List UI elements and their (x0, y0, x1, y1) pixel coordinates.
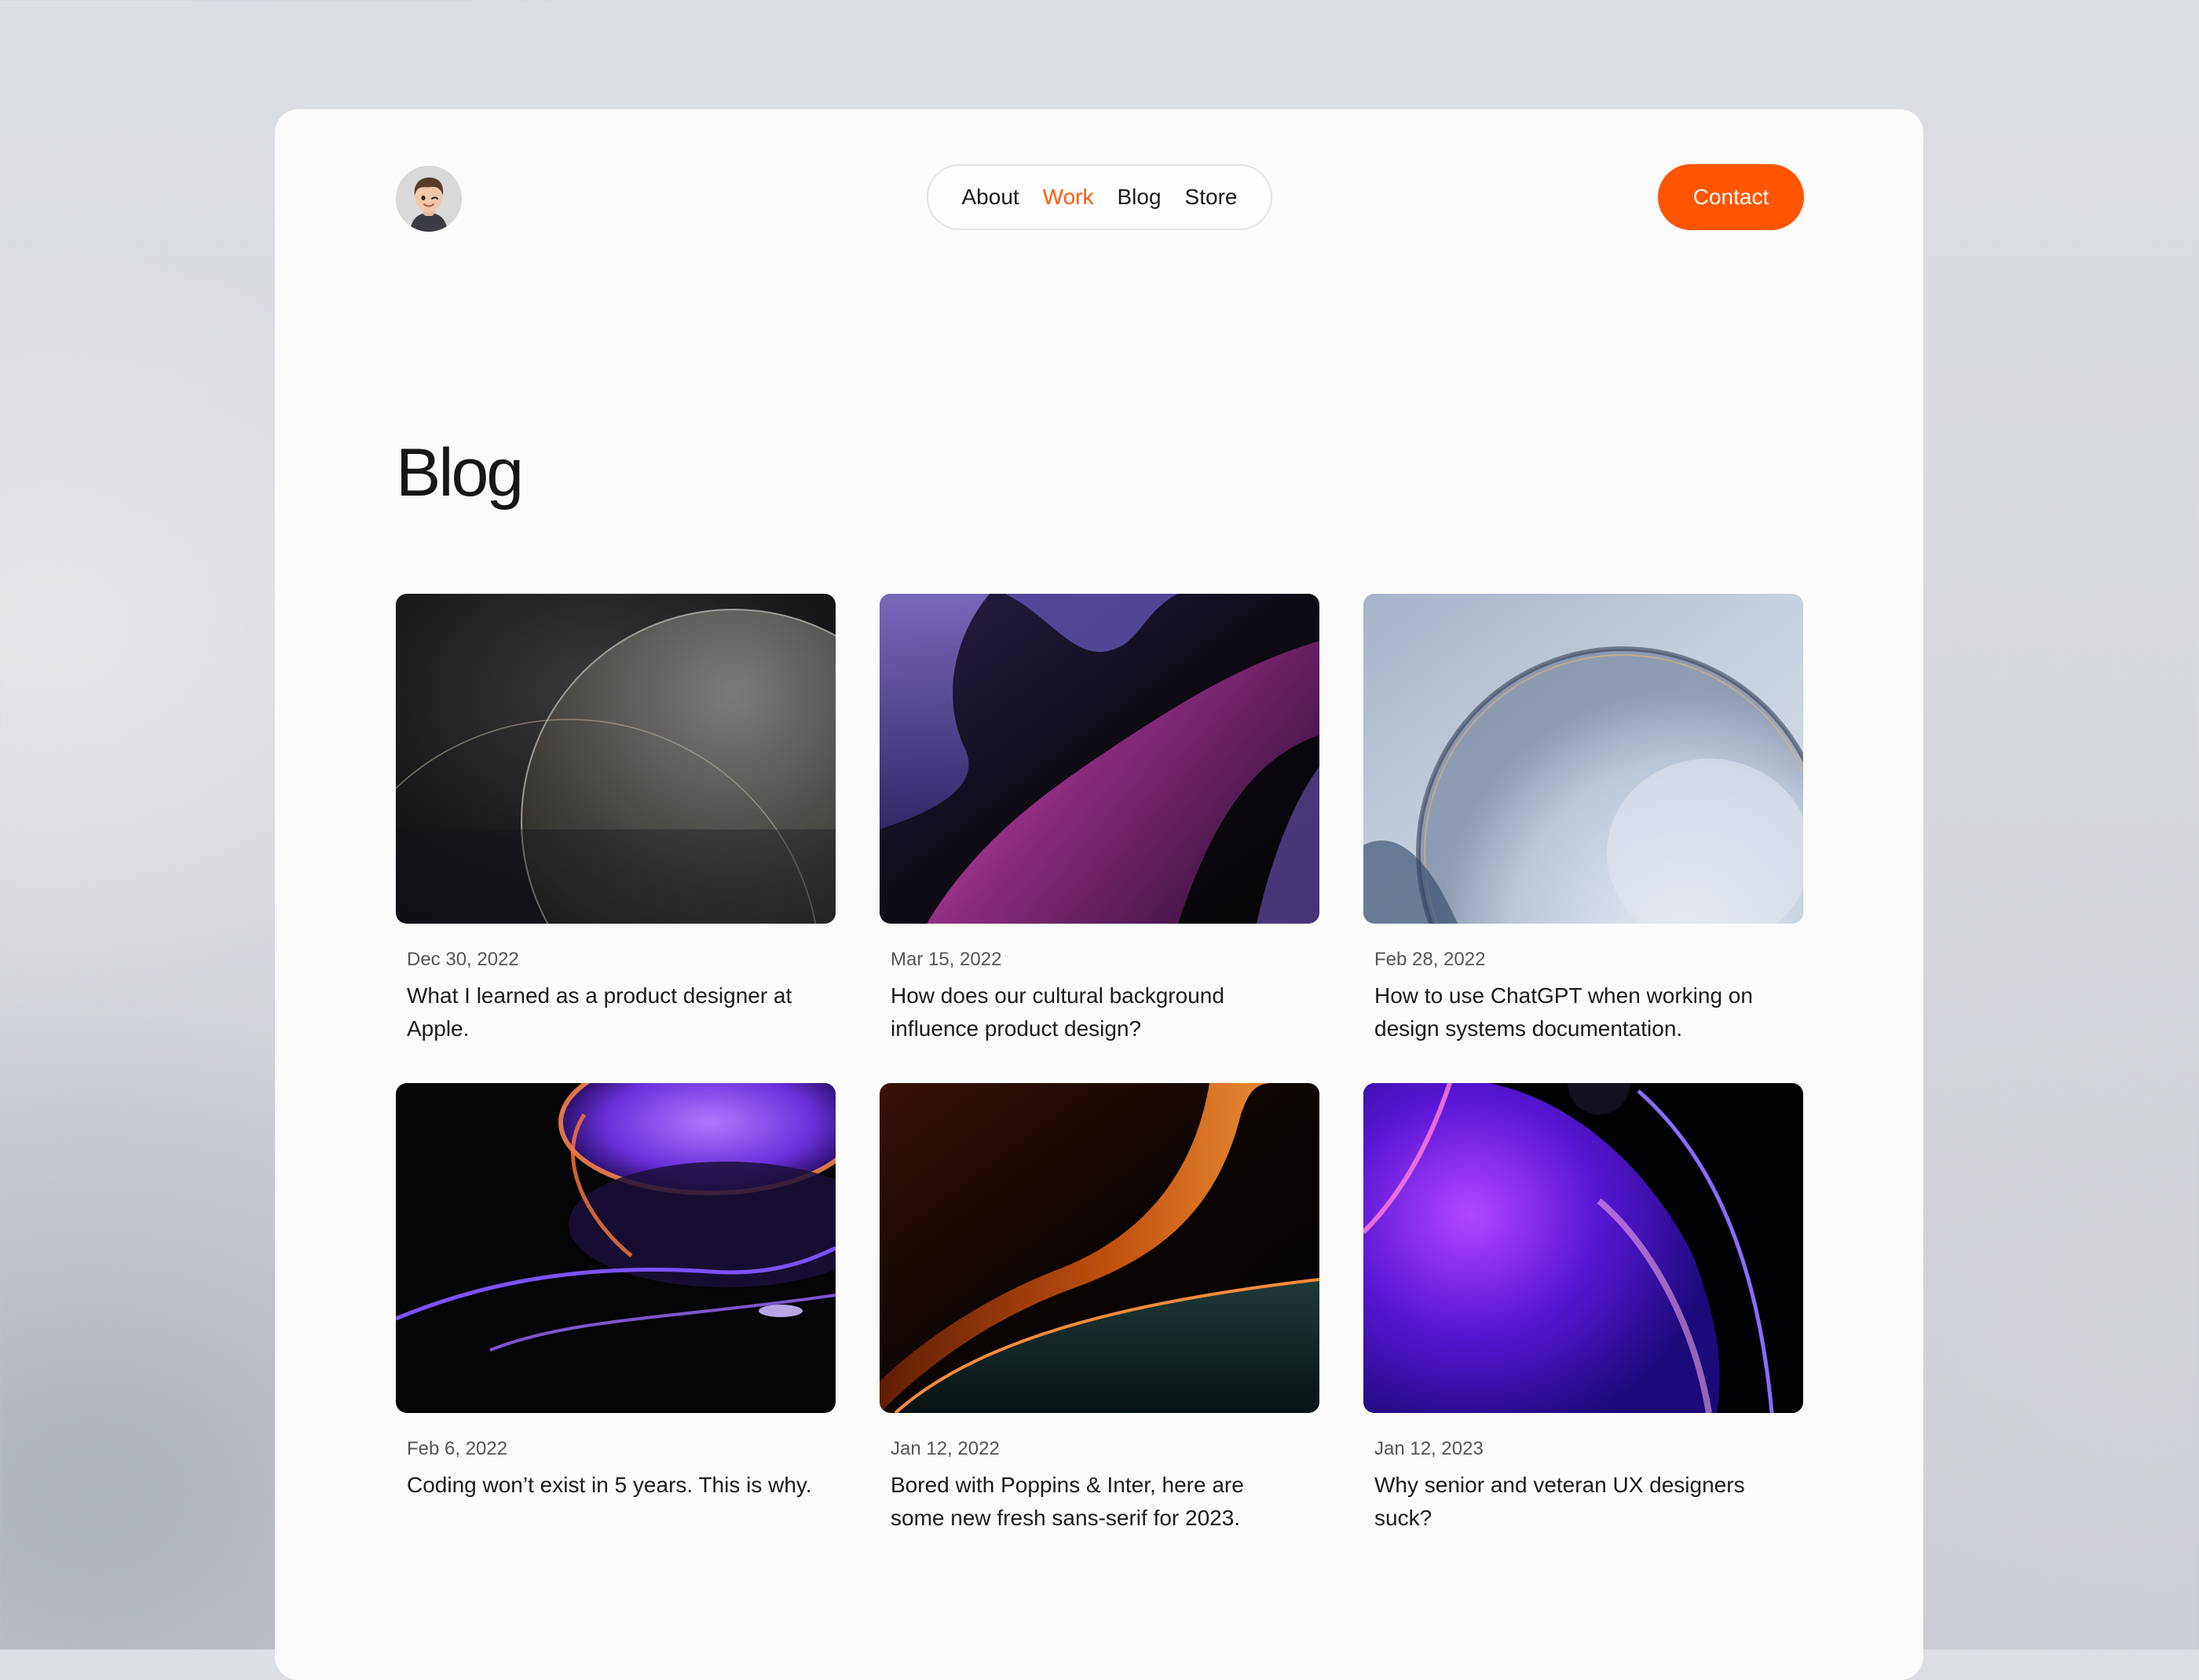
memoji-avatar-icon (396, 166, 462, 232)
abstract-violet-glow-image (1363, 1082, 1803, 1413)
post-title[interactable]: Coding won’t exist in 5 years. This is w… (407, 1469, 815, 1502)
post-title[interactable]: How to use ChatGPT when working on desig… (1374, 979, 1783, 1045)
abstract-glass-sphere-image (1363, 594, 1803, 924)
blog-post-card[interactable]: Mar 15, 2022 How does our cultural backg… (880, 594, 1319, 1045)
post-date: Dec 30, 2022 (407, 949, 519, 970)
post-thumbnail[interactable] (880, 594, 1319, 924)
page-title: Blog (396, 435, 524, 511)
post-thumbnail[interactable] (1363, 594, 1803, 924)
avatar[interactable] (396, 166, 462, 232)
blog-post-grid: Dec 30, 2022 What I learned as a product… (396, 594, 1804, 1535)
abstract-glass-circles-image (396, 594, 836, 924)
main-nav: About Work Blog Store (927, 164, 1272, 230)
abstract-purple-waves-image (880, 594, 1319, 924)
post-date: Feb 6, 2022 (407, 1437, 508, 1459)
nav-item-store[interactable]: Store (1185, 185, 1238, 210)
post-date: Jan 12, 2023 (1374, 1437, 1484, 1459)
post-thumbnail[interactable] (880, 1082, 1319, 1413)
post-title[interactable]: How does our cultural background influen… (891, 979, 1299, 1045)
nav-item-work[interactable]: Work (1043, 185, 1094, 210)
page-card: About Work Blog Store Contact Blog Dec 3… (275, 109, 1923, 1680)
post-title[interactable]: Why senior and veteran UX designers suck… (1374, 1469, 1783, 1535)
post-thumbnail[interactable] (396, 1082, 836, 1413)
post-title[interactable]: What I learned as a product designer at … (407, 979, 815, 1045)
post-date: Jan 12, 2022 (891, 1437, 1000, 1459)
post-thumbnail[interactable] (1363, 1082, 1803, 1413)
blog-post-card[interactable]: Dec 30, 2022 What I learned as a product… (396, 594, 836, 1045)
post-thumbnail[interactable] (396, 594, 836, 924)
blog-post-card[interactable]: Jan 12, 2022 Bored with Poppins & Inter,… (880, 1082, 1319, 1535)
blog-post-card[interactable]: Feb 6, 2022 Coding won’t exist in 5 year… (396, 1082, 836, 1535)
blog-post-card[interactable]: Feb 28, 2022 How to use ChatGPT when wor… (1363, 594, 1803, 1045)
blog-post-card[interactable]: Jan 12, 2023 Why senior and veteran UX d… (1363, 1082, 1803, 1535)
nav-item-blog[interactable]: Blog (1118, 185, 1162, 210)
contact-button[interactable]: Contact (1658, 164, 1804, 230)
post-title[interactable]: Bored with Poppins & Inter, here are som… (891, 1469, 1299, 1535)
abstract-orange-curve-image (880, 1082, 1319, 1413)
abstract-neon-rings-image (396, 1082, 836, 1413)
nav-item-about[interactable]: About (962, 185, 1019, 210)
post-date: Mar 15, 2022 (891, 949, 1002, 970)
post-date: Feb 28, 2022 (1374, 949, 1486, 970)
